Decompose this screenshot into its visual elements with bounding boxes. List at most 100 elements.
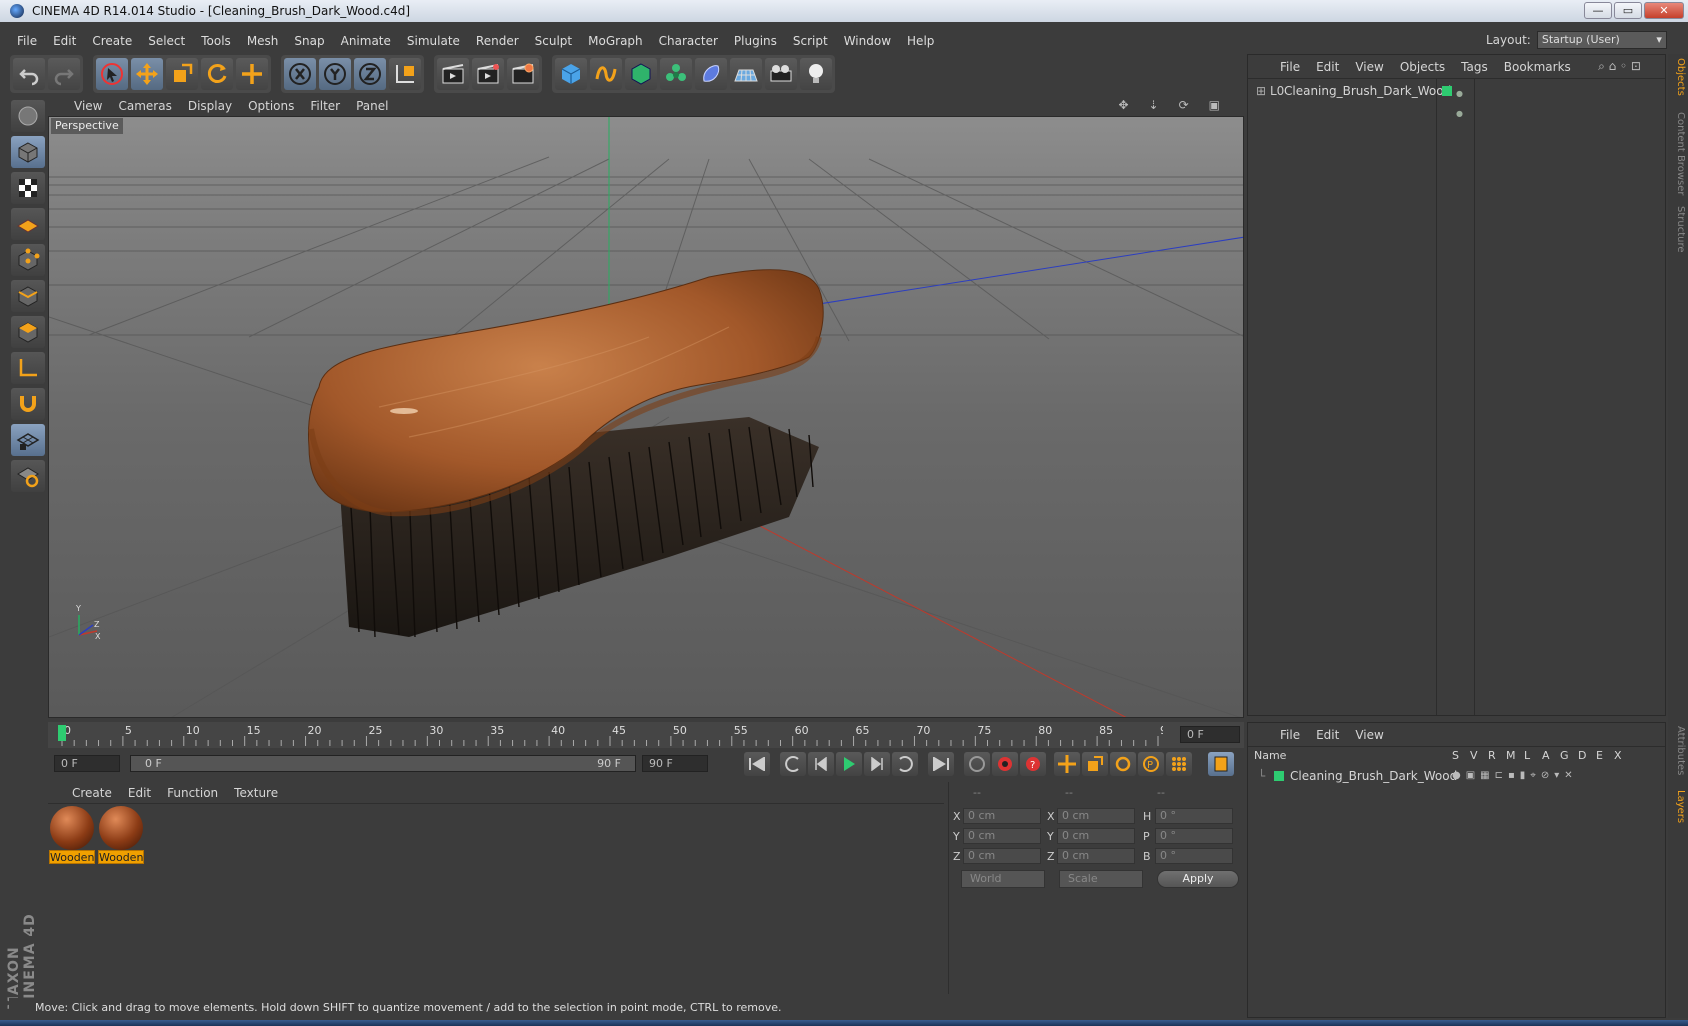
- layer-menu-file[interactable]: File: [1280, 728, 1300, 742]
- perspective-viewport[interactable]: Y X Z Perspective: [48, 116, 1244, 718]
- keyframe-selection-icon[interactable]: ?: [1020, 752, 1046, 776]
- size-z-field[interactable]: 0 cm: [1057, 848, 1135, 864]
- material-menu-function[interactable]: Function: [167, 786, 218, 800]
- end-frame-field[interactable]: 90 F: [642, 755, 708, 772]
- position-z-field[interactable]: 0 cm: [963, 848, 1041, 864]
- light-icon[interactable]: [800, 58, 832, 90]
- previous-frame-icon[interactable]: [808, 752, 834, 776]
- maximize-button[interactable]: ▭: [1614, 2, 1642, 19]
- menu-mograph[interactable]: MoGraph: [588, 34, 643, 48]
- texture-mode-icon[interactable]: [11, 172, 45, 204]
- position-y-field[interactable]: 0 cm: [963, 828, 1041, 844]
- side-tab-structure[interactable]: Structure: [1670, 206, 1686, 253]
- material-menu-create[interactable]: Create: [72, 786, 112, 800]
- layer-color-icon[interactable]: [1442, 86, 1452, 96]
- key-rotation-icon[interactable]: [1110, 752, 1136, 776]
- viewport-label[interactable]: Perspective: [51, 118, 123, 134]
- object-menu-view[interactable]: View: [1355, 60, 1383, 74]
- autokey-icon[interactable]: [964, 752, 990, 776]
- floor-icon[interactable]: [730, 58, 762, 90]
- deformer-icon[interactable]: [695, 58, 727, 90]
- preview-range-slider[interactable]: 0 F 90 F: [130, 755, 636, 772]
- start-frame-field[interactable]: 0 F: [54, 755, 120, 772]
- key-parameter-icon[interactable]: P: [1138, 752, 1164, 776]
- menu-tools[interactable]: Tools: [201, 34, 231, 48]
- menu-sculpt[interactable]: Sculpt: [535, 34, 572, 48]
- viewport-toggle-icon[interactable]: ▣: [1209, 98, 1220, 112]
- rotation-b-field[interactable]: 0 °: [1155, 848, 1233, 864]
- workplane-icon[interactable]: [11, 208, 45, 240]
- object-menu-edit[interactable]: Edit: [1316, 60, 1339, 74]
- menu-create[interactable]: Create: [92, 34, 132, 48]
- playhead-marker[interactable]: [58, 725, 66, 741]
- y-axis-icon[interactable]: [319, 58, 351, 90]
- x-axis-icon[interactable]: [284, 58, 316, 90]
- size-y-field[interactable]: 0 cm: [1057, 828, 1135, 844]
- object-search-icon[interactable]: ⌕ ⌂ ◦ ⊡: [1598, 59, 1641, 74]
- viewport-menu-display[interactable]: Display: [188, 99, 232, 113]
- record-icon[interactable]: [992, 752, 1018, 776]
- play-icon[interactable]: [836, 752, 862, 776]
- visibility-dots-icon[interactable]: ● ●: [1456, 84, 1463, 124]
- menu-snap[interactable]: Snap: [294, 34, 324, 48]
- timeline-ruler[interactable]: 051015202530354045505560657075808590 0 F: [48, 722, 1244, 748]
- viewport-zoom-icon[interactable]: ⇣: [1149, 98, 1159, 112]
- size-x-field[interactable]: 0 cm: [1057, 808, 1135, 824]
- key-position-icon[interactable]: [1054, 752, 1080, 776]
- menu-animate[interactable]: Animate: [341, 34, 391, 48]
- render-view-icon[interactable]: [437, 58, 469, 90]
- menu-mesh[interactable]: Mesh: [247, 34, 279, 48]
- menu-window[interactable]: Window: [844, 34, 891, 48]
- rotate-icon[interactable]: [201, 58, 233, 90]
- layer-menu-edit[interactable]: Edit: [1316, 728, 1339, 742]
- side-tab-layers[interactable]: Layers: [1670, 790, 1686, 823]
- minimize-button[interactable]: —: [1584, 2, 1612, 19]
- magnet-icon[interactable]: [11, 388, 45, 420]
- side-tab-attributes[interactable]: Attributes: [1670, 726, 1686, 775]
- spline-icon[interactable]: [590, 58, 622, 90]
- object-menu-objects[interactable]: Objects: [1400, 60, 1445, 74]
- subdivision-icon[interactable]: [625, 58, 657, 90]
- viewport-menu-cameras[interactable]: Cameras: [118, 99, 171, 113]
- menu-script[interactable]: Script: [793, 34, 828, 48]
- scale-icon[interactable]: [166, 58, 198, 90]
- menu-plugins[interactable]: Plugins: [734, 34, 777, 48]
- render-picture-viewer-icon[interactable]: [472, 58, 504, 90]
- layer-flag-icons[interactable]: ●▣▦⊏▪▮⌖⊘▾✕: [1452, 767, 1578, 785]
- menu-character[interactable]: Character: [659, 34, 718, 48]
- menu-simulate[interactable]: Simulate: [407, 34, 460, 48]
- menu-select[interactable]: Select: [148, 34, 185, 48]
- timeline-window-icon[interactable]: [1208, 752, 1234, 776]
- position-x-field[interactable]: 0 cm: [963, 808, 1041, 824]
- goto-end-icon[interactable]: [928, 752, 954, 776]
- material-menu-edit[interactable]: Edit: [128, 786, 151, 800]
- model-mode-icon[interactable]: [11, 136, 45, 168]
- points-mode-icon[interactable]: [11, 244, 45, 276]
- edit-render-settings-icon[interactable]: [507, 58, 539, 90]
- snap-grid-icon[interactable]: [11, 424, 45, 456]
- menu-help[interactable]: Help: [907, 34, 934, 48]
- rotation-h-field[interactable]: 0 °: [1155, 808, 1233, 824]
- layout-dropdown[interactable]: Startup (User): [1536, 31, 1667, 49]
- menu-file[interactable]: File: [17, 34, 37, 48]
- next-key-icon[interactable]: [892, 752, 918, 776]
- mograph-cloner-icon[interactable]: [660, 58, 692, 90]
- object-menu-tags[interactable]: Tags: [1461, 60, 1488, 74]
- tweak-mode-icon[interactable]: [11, 100, 45, 132]
- object-menu-file[interactable]: File: [1280, 60, 1300, 74]
- viewport-rotate-icon[interactable]: ⟳: [1179, 98, 1189, 112]
- camera-icon[interactable]: [765, 58, 797, 90]
- select-live-icon[interactable]: [96, 58, 128, 90]
- viewport-menu-view[interactable]: View: [74, 99, 102, 113]
- layer-menu-view[interactable]: View: [1355, 728, 1383, 742]
- edges-mode-icon[interactable]: [11, 280, 45, 312]
- coordinate-space-dropdown[interactable]: World: [961, 870, 1045, 888]
- redo-icon[interactable]: [48, 58, 80, 90]
- next-frame-icon[interactable]: [864, 752, 890, 776]
- viewport-move-icon[interactable]: ✥: [1118, 98, 1128, 112]
- side-tab-objects[interactable]: Objects: [1670, 58, 1686, 96]
- goto-start-icon[interactable]: [744, 752, 770, 776]
- object-menu-bookmarks[interactable]: Bookmarks: [1504, 60, 1571, 74]
- previous-key-icon[interactable]: [780, 752, 806, 776]
- material-swatch[interactable]: Wooden: [98, 806, 144, 864]
